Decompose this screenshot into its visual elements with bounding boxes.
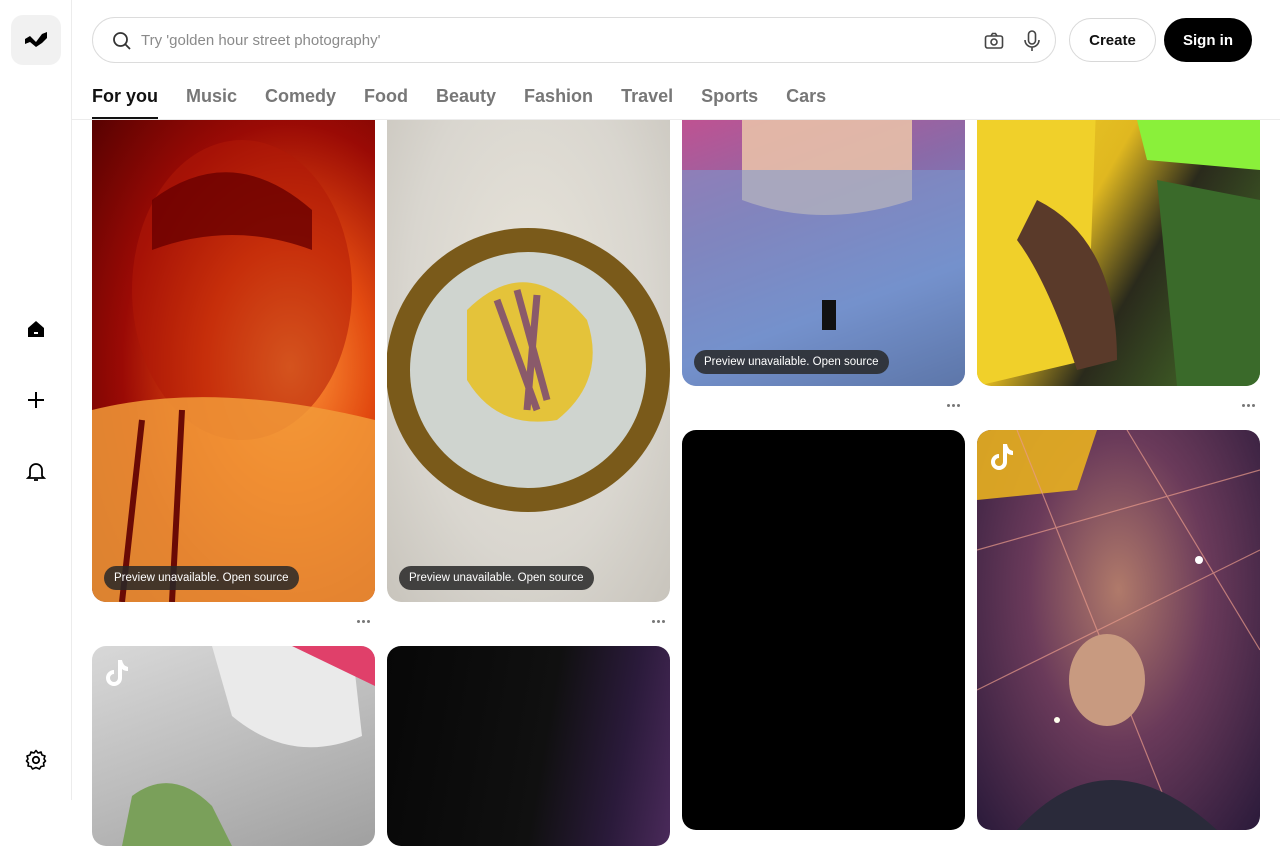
tab-beauty[interactable]: Beauty: [436, 83, 496, 120]
tab-music[interactable]: Music: [186, 83, 237, 120]
tab-cars[interactable]: Cars: [786, 83, 826, 120]
plus-icon[interactable]: [16, 380, 56, 420]
card-image: [122, 646, 375, 846]
tab-for-you[interactable]: For you: [92, 83, 158, 120]
card-image: [682, 80, 965, 386]
tiktok-icon: [106, 660, 128, 686]
feed-card[interactable]: [682, 430, 965, 830]
tab-food[interactable]: Food: [364, 83, 408, 120]
header: Create Sign in For you Music Comedy Food…: [72, 0, 1280, 120]
tab-sports[interactable]: Sports: [701, 83, 758, 120]
feed-card[interactable]: [92, 646, 375, 846]
logo-icon[interactable]: [11, 15, 61, 65]
category-tabs: For you Music Comedy Food Beauty Fashion…: [92, 83, 826, 120]
search-bar: [92, 17, 1056, 63]
preview-badge[interactable]: Preview unavailable. Open source: [694, 350, 889, 374]
sidebar: [0, 0, 72, 800]
search-icon: [113, 32, 131, 50]
feed-card[interactable]: Preview unavailable. Open source: [387, 80, 670, 602]
search-input[interactable]: [141, 26, 961, 54]
more-options-icon[interactable]: [1238, 398, 1258, 412]
create-button[interactable]: Create: [1069, 18, 1156, 62]
preview-badge[interactable]: Preview unavailable. Open source: [104, 566, 299, 590]
card-image: [977, 80, 1260, 386]
camera-icon[interactable]: [983, 30, 1005, 52]
more-options-icon[interactable]: [353, 614, 373, 628]
feed-card[interactable]: Preview unavailable. Open source: [92, 80, 375, 602]
sign-in-button[interactable]: Sign in: [1164, 18, 1252, 62]
home-icon[interactable]: [16, 309, 56, 349]
tab-comedy[interactable]: Comedy: [265, 83, 336, 120]
card-image: [387, 228, 670, 512]
tiktok-icon: [991, 444, 1013, 470]
microphone-icon[interactable]: [1021, 29, 1043, 53]
bell-icon[interactable]: [16, 451, 56, 491]
tab-travel[interactable]: Travel: [621, 83, 673, 120]
preview-badge[interactable]: Preview unavailable. Open source: [399, 566, 594, 590]
feed-card[interactable]: [387, 646, 670, 846]
tab-fashion[interactable]: Fashion: [524, 83, 593, 120]
feed-card[interactable]: [977, 430, 1260, 830]
gear-icon[interactable]: [16, 740, 56, 780]
feed-card[interactable]: Preview unavailable. Open source: [682, 80, 965, 386]
card-image: [977, 430, 1260, 830]
more-options-icon[interactable]: [943, 398, 963, 412]
card-image: [92, 140, 375, 602]
feed-card[interactable]: [977, 80, 1260, 386]
more-options-icon[interactable]: [648, 614, 668, 628]
